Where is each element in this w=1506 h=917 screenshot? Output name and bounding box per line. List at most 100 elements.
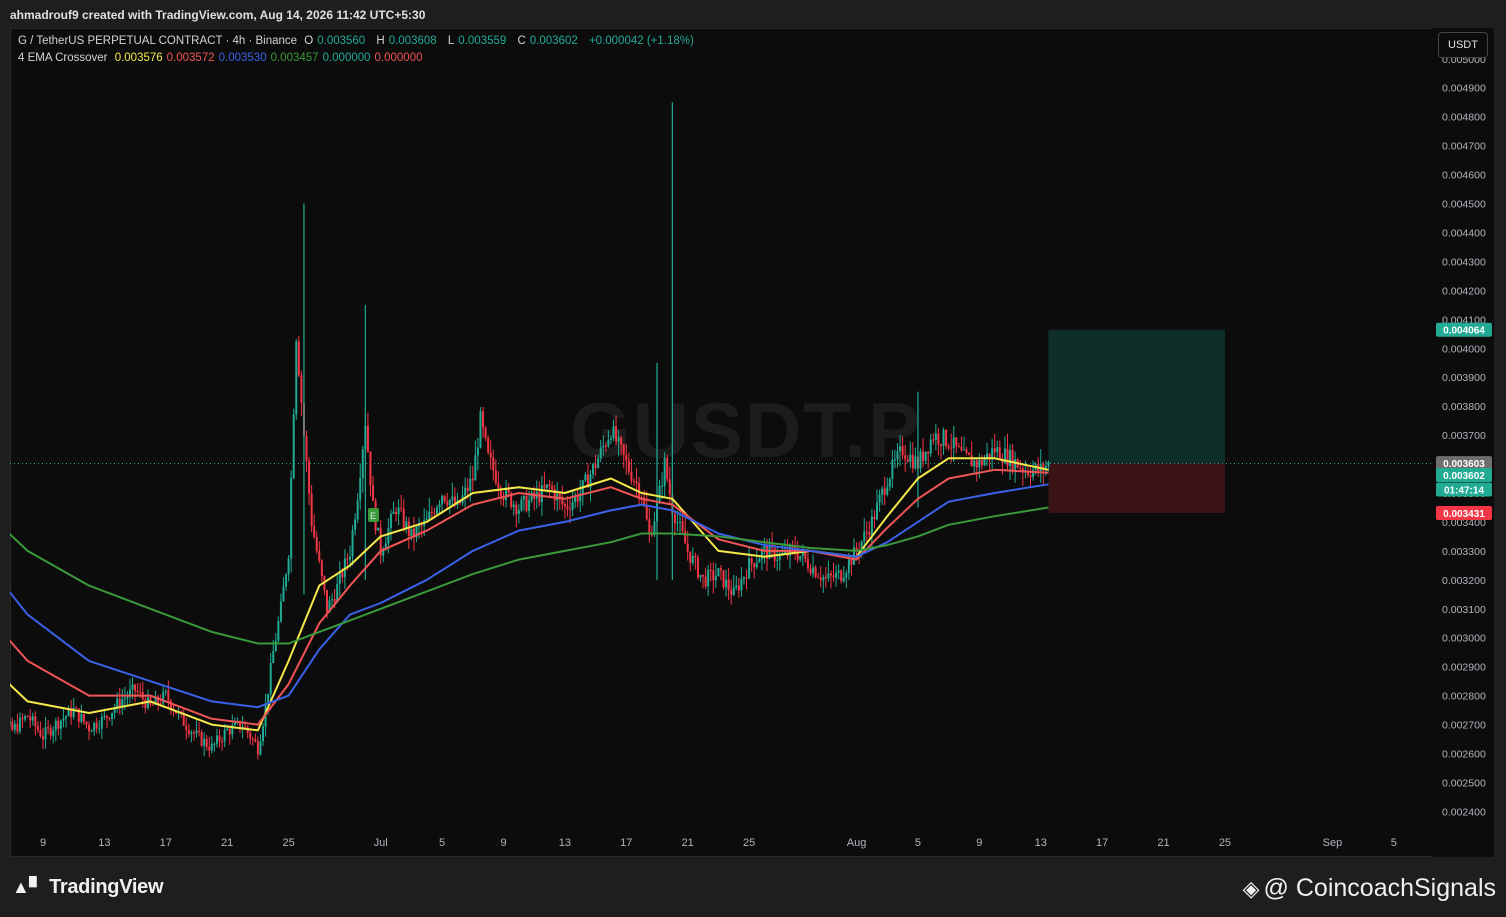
- candle-body: [341, 572, 344, 578]
- candle-body: [612, 426, 615, 439]
- ema-value-3: 0.003530: [218, 52, 267, 64]
- candle-body: [717, 568, 720, 577]
- candle-body: [809, 568, 812, 574]
- x-tick-label: 9: [40, 837, 46, 849]
- candle-body: [883, 488, 886, 495]
- indicator-legend[interactable]: 4 EMA Crossover 0.003576 0.003572 0.003530…: [18, 52, 431, 64]
- candle-body: [123, 698, 126, 700]
- candle-body: [873, 516, 876, 520]
- candle-body: [594, 464, 597, 468]
- candle-body: [195, 730, 198, 734]
- candle-body: [980, 460, 983, 466]
- candle-body: [635, 481, 638, 484]
- x-tick-label: 21: [1157, 837, 1169, 849]
- candle-body: [152, 704, 155, 706]
- candle-body: [1019, 467, 1022, 469]
- ema-value-2: 0.003572: [166, 52, 215, 64]
- candle-body: [489, 452, 492, 458]
- candle-body: [804, 552, 807, 560]
- candle-body: [998, 447, 1001, 460]
- candle-body: [914, 456, 917, 469]
- currency-button[interactable]: USDT: [1438, 32, 1488, 58]
- open-value: 0.003560: [317, 35, 366, 47]
- candle-body: [996, 447, 999, 453]
- price-label: 0.003431: [1443, 509, 1485, 520]
- x-tick-label: 13: [559, 837, 571, 849]
- candle-body: [845, 572, 848, 578]
- candle-body: [975, 460, 978, 468]
- candle-body: [103, 715, 106, 717]
- y-tick-label: 0.004900: [1442, 83, 1486, 95]
- symbol-legend[interactable]: G / TetherUS PERPETUAL CONTRACT · 4h · B…: [18, 35, 698, 47]
- candle-body: [34, 716, 37, 727]
- candle-body: [361, 449, 364, 479]
- x-tick-label: 9: [500, 837, 506, 849]
- candle-body: [190, 732, 193, 735]
- brand-signature: ◈ @ CoincoachSignals: [1242, 874, 1496, 902]
- candle-body: [829, 573, 832, 576]
- candle-body: [597, 458, 600, 468]
- symbol-name[interactable]: G / TetherUS PERPETUAL CONTRACT · 4h · B…: [18, 35, 297, 47]
- y-tick-label: 0.003300: [1442, 546, 1486, 558]
- candle-body: [315, 537, 318, 551]
- candle-body: [52, 730, 55, 736]
- x-tick-label: 25: [743, 837, 755, 849]
- candle-body: [968, 452, 971, 455]
- x-tick-label: 21: [221, 837, 233, 849]
- candle-body: [679, 521, 682, 523]
- ema-value-4: 0.003457: [270, 52, 319, 64]
- candle-body: [571, 501, 574, 510]
- candle-body: [801, 552, 804, 557]
- candle-body: [886, 487, 889, 495]
- indicator-name[interactable]: 4 EMA Crossover: [18, 52, 107, 64]
- candle-body: [622, 444, 625, 455]
- high-value: 0.003608: [388, 35, 437, 47]
- candle-body: [333, 599, 336, 603]
- candle-body: [1011, 450, 1014, 470]
- candle-body: [430, 512, 433, 514]
- candle-body: [215, 735, 218, 744]
- candle-body: [750, 558, 753, 564]
- y-tick-label: 0.004800: [1442, 112, 1486, 124]
- candle-body: [139, 691, 142, 693]
- candle-body: [620, 437, 623, 445]
- candle-body: [164, 690, 167, 692]
- candle-body: [891, 459, 894, 479]
- candle-body: [354, 519, 357, 531]
- x-tick-label: 5: [1391, 837, 1397, 849]
- candle-body: [512, 504, 515, 508]
- y-tick-label: 0.004500: [1442, 199, 1486, 211]
- candle-body: [349, 556, 351, 560]
- price-label: 0.003602: [1443, 471, 1485, 482]
- price-chart[interactable]: 0.0050000.0049000.0048000.0047000.004600…: [10, 28, 1494, 857]
- candle-body: [80, 714, 83, 722]
- candle-body: [978, 460, 981, 468]
- candle-body: [320, 560, 323, 577]
- candle-body: [118, 698, 121, 707]
- y-tick-label: 0.004400: [1442, 227, 1486, 239]
- candle-body: [983, 459, 986, 466]
- candle-body: [932, 439, 935, 441]
- candle-body: [136, 690, 139, 692]
- x-tick-label: 25: [1219, 837, 1231, 849]
- candle-body: [878, 494, 881, 503]
- candle-body: [95, 722, 98, 729]
- x-tick-label: 25: [282, 837, 294, 849]
- candle-body: [702, 574, 705, 577]
- candle-body: [934, 433, 937, 440]
- candle-body: [418, 525, 421, 528]
- candle-body: [604, 445, 607, 447]
- candle-body: [666, 457, 669, 480]
- candle-body: [658, 486, 661, 504]
- candle-body: [740, 579, 743, 591]
- y-tick-label: 0.003800: [1442, 401, 1486, 413]
- candle-body: [108, 717, 111, 719]
- candle-body: [443, 495, 446, 502]
- y-tick-label: 0.002800: [1442, 691, 1486, 703]
- candle-body: [732, 587, 735, 595]
- candle-body: [279, 601, 282, 622]
- candle-body: [254, 739, 257, 742]
- candle-body: [203, 738, 206, 746]
- candle-body: [727, 579, 730, 591]
- candle-body: [817, 576, 820, 578]
